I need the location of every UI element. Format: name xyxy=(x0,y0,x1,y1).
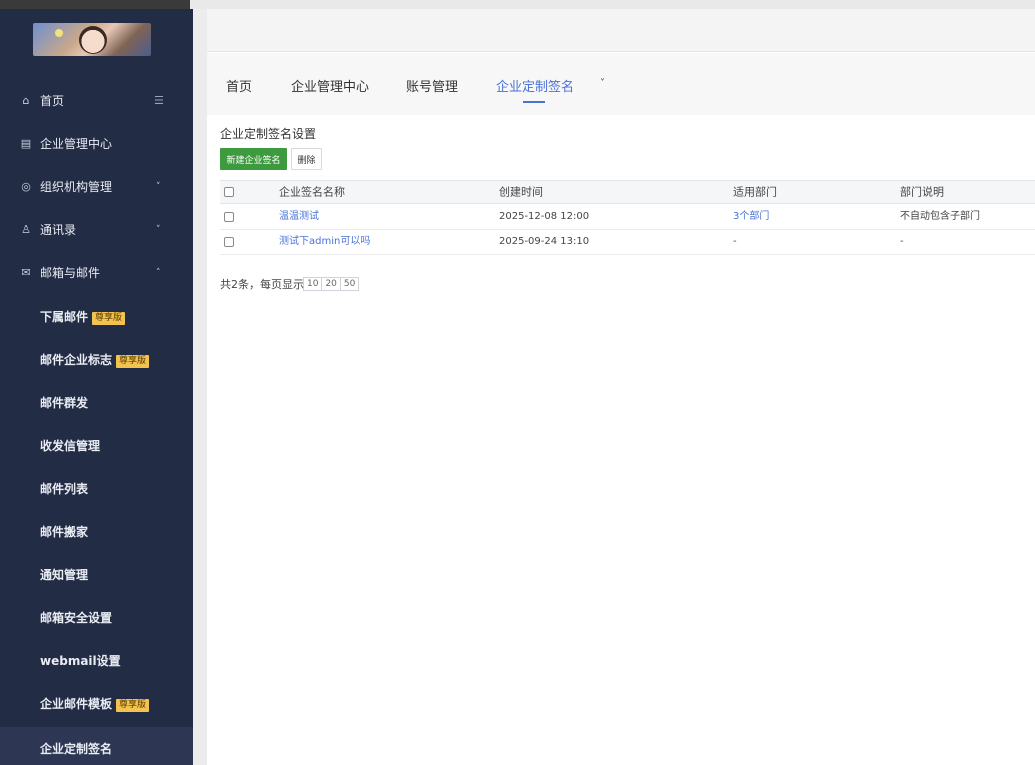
row-checkbox[interactable] xyxy=(224,212,234,222)
sidebar-item-label: 组织机构管理 xyxy=(40,180,113,194)
sidebar-subitem-label: 企业邮件模板 xyxy=(40,697,113,711)
logo-avatar xyxy=(79,26,107,54)
logo-flower xyxy=(55,29,63,37)
select-all-checkbox[interactable] xyxy=(224,187,234,197)
sidebar-subitem-label: 邮件列表 xyxy=(40,482,89,496)
sidebar-subitem-mail-migration[interactable]: 邮件搬家 xyxy=(0,510,193,553)
tab-custom-signature[interactable]: 企业定制签名 xyxy=(496,76,574,95)
tab-enterprise-center[interactable]: 企业管理中心 xyxy=(291,76,369,95)
sidebar-item-org[interactable]: ◎ 组织机构管理 ˅ xyxy=(0,165,193,208)
sidebar-subitem-label: 收发信管理 xyxy=(40,439,101,453)
org-icon: ◎ xyxy=(21,180,31,193)
column-header-name[interactable]: 企业签名名称 xyxy=(279,187,345,198)
column-header-dept[interactable]: 适用部门 xyxy=(733,187,777,198)
sidebar-subitem-mail-list[interactable]: 邮件列表 xyxy=(0,467,193,510)
row-checkbox[interactable] xyxy=(224,237,234,247)
sidebar-subitem-mail-logo[interactable]: 邮件企业标志 尊享版 xyxy=(0,338,193,381)
page-size-option[interactable]: 20 xyxy=(321,277,341,291)
pagination: 共2条，每页显示 10 20 50 xyxy=(220,276,360,292)
sidebar-subitem-subordinate-mail[interactable]: 下属邮件 尊享版 xyxy=(0,295,193,338)
page-title: 企业定制签名设置 xyxy=(220,127,317,141)
sidebar-subitem-label: 邮件搬家 xyxy=(40,525,89,539)
page-size-option[interactable]: 10 xyxy=(303,277,323,291)
brand-logo[interactable] xyxy=(33,23,151,56)
premium-badge: 尊享版 xyxy=(116,355,150,368)
premium-badge: 尊享版 xyxy=(92,312,126,325)
sidebar-item-mail[interactable]: ✉ 邮箱与邮件 ˄ xyxy=(0,251,193,294)
sidebar-item-label: 企业管理中心 xyxy=(40,137,113,151)
new-signature-button[interactable]: 新建企业签名 xyxy=(220,148,287,170)
top-header-bar xyxy=(207,9,1035,52)
sidebar-subitem-webmail[interactable]: webmail设置 xyxy=(0,639,193,682)
chevron-down-icon: ˅ xyxy=(156,181,161,192)
chevron-up-icon: ˄ xyxy=(156,267,161,278)
tab-home[interactable]: 首页 xyxy=(226,76,252,95)
sidebar-subitem-label: 企业定制签名 xyxy=(40,742,113,756)
delete-button[interactable]: 删除 xyxy=(291,148,322,170)
table-row[interactable]: 温温测试 2025-12-08 12:00 3个部门 不自动包含子部门 xyxy=(220,205,1035,230)
dept-description: 不自动包含子部门 xyxy=(900,211,980,222)
home-icon: ⌂ xyxy=(22,94,30,107)
table-row[interactable]: 测试下admin可以吗 2025-09-24 13:10 - - xyxy=(220,230,1035,255)
created-time: 2025-12-08 12:00 xyxy=(499,211,590,222)
premium-badge: 尊享版 xyxy=(116,699,150,712)
dept-count: - xyxy=(733,236,737,247)
tab-account-management[interactable]: 账号管理 xyxy=(406,76,458,95)
sidebar-subitem-label: 通知管理 xyxy=(40,568,89,582)
sidebar-item-label: 邮箱与邮件 xyxy=(40,266,101,280)
signature-name-link[interactable]: 温温测试 xyxy=(279,212,319,222)
chevron-down-icon: ˅ xyxy=(156,224,161,235)
mail-icon: ✉ xyxy=(21,266,31,279)
signature-name-link[interactable]: 测试下admin可以吗 xyxy=(279,237,370,247)
window-top-strip-light xyxy=(190,0,1035,9)
sidebar-subitem-label: 邮件企业标志 xyxy=(40,353,113,367)
sidebar-subitem-label: webmail设置 xyxy=(40,654,121,668)
document-icon: ▤ xyxy=(20,137,32,150)
sidebar-subitem-label: 邮件群发 xyxy=(40,396,89,410)
sidebar-subitem-label: 下属邮件 xyxy=(40,310,89,324)
created-time: 2025-09-24 13:10 xyxy=(499,236,590,247)
page-size-option[interactable]: 50 xyxy=(339,277,360,291)
table-header: 企业签名名称 创建时间 适用部门 部门说明 xyxy=(220,180,1035,204)
sidebar: ⌂ 首页 ☰ ▤ 企业管理中心 ◎ 组织机构管理 ˅ ♙ 通讯录 ˅ ✉ 邮箱与… xyxy=(0,9,193,765)
sidebar-subitem-send-receive[interactable]: 收发信管理 xyxy=(0,424,193,467)
collapse-icon[interactable]: ☰ xyxy=(154,94,164,107)
sidebar-subitem-mail-security[interactable]: 邮箱安全设置 xyxy=(0,596,193,639)
contacts-icon: ♙ xyxy=(21,223,31,236)
pagination-summary: 共2条，每页显示 xyxy=(220,278,304,291)
sidebar-subitem-label: 邮箱安全设置 xyxy=(40,611,113,625)
sidebar-subitem-notification[interactable]: 通知管理 xyxy=(0,553,193,596)
column-header-desc[interactable]: 部门说明 xyxy=(900,187,944,198)
sidebar-item-label: 通讯录 xyxy=(40,223,77,237)
sidebar-item-home[interactable]: ⌂ 首页 ☰ xyxy=(0,79,193,122)
sidebar-subitem-mail-template[interactable]: 企业邮件模板 尊享版 xyxy=(0,682,193,725)
active-tab-indicator xyxy=(523,101,545,103)
dept-count-link[interactable]: 3个部门 xyxy=(733,212,769,222)
sidebar-item-label: 首页 xyxy=(40,94,65,108)
column-header-created[interactable]: 创建时间 xyxy=(499,187,543,198)
sidebar-item-contacts[interactable]: ♙ 通讯录 ˅ xyxy=(0,208,193,251)
sidebar-subitem-custom-signature[interactable]: 企业定制签名 xyxy=(0,727,193,765)
dept-description: - xyxy=(900,236,904,247)
sidebar-item-enterprise-center[interactable]: ▤ 企业管理中心 xyxy=(0,122,193,165)
main-content xyxy=(207,9,1035,765)
sidebar-subitem-mass-mail[interactable]: 邮件群发 xyxy=(0,381,193,424)
chevron-down-icon[interactable]: ˅ xyxy=(600,78,605,89)
